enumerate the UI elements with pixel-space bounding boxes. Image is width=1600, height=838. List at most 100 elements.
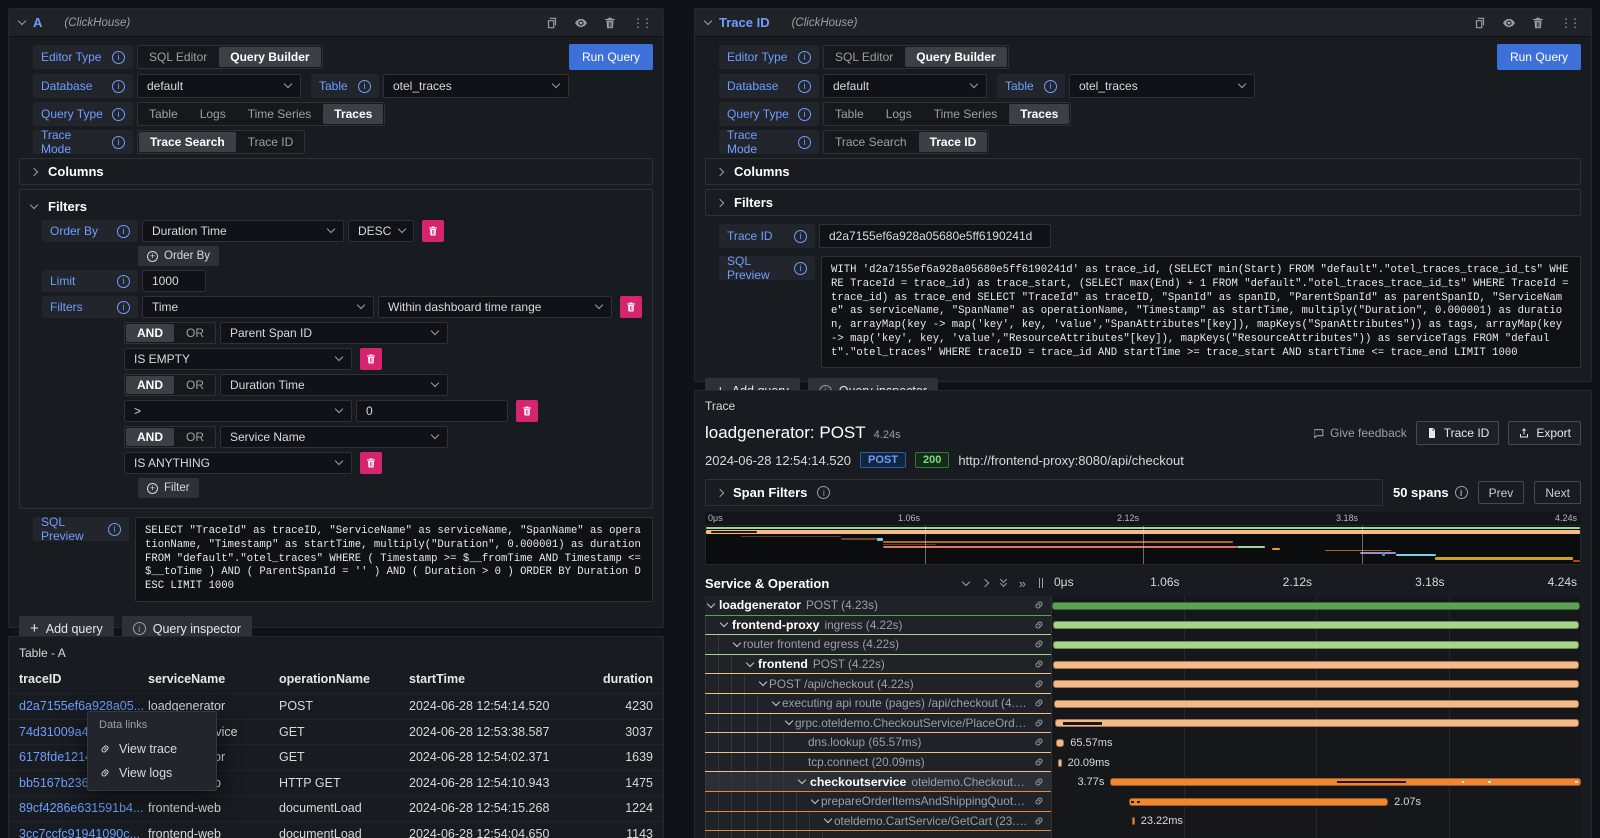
span-bar-cell[interactable] xyxy=(1051,616,1581,636)
span-bar[interactable] xyxy=(1053,621,1580,629)
table-select[interactable]: otel_traces xyxy=(383,74,569,98)
span-name-cell[interactable]: tcp.connect (20.09ms) xyxy=(705,753,1051,773)
span-bar-cell[interactable] xyxy=(1051,635,1581,655)
and-option[interactable]: AND xyxy=(126,324,174,342)
span-link-icon[interactable] xyxy=(1029,599,1045,611)
trace-id-link[interactable]: 89cf4286e631591b4... xyxy=(19,801,148,815)
span-name-cell[interactable]: frontendPOST (4.22s) xyxy=(705,655,1051,675)
condition-field-select[interactable]: Parent Span ID xyxy=(220,322,448,344)
filter-field-select[interactable]: Time xyxy=(142,296,374,318)
and-or-toggle[interactable]: ANDOR xyxy=(124,374,216,396)
span-row[interactable]: executing api route (pages) /api/checkou… xyxy=(705,694,1581,714)
and-option[interactable]: AND xyxy=(126,428,174,446)
menu-item-view-trace[interactable]: View trace xyxy=(88,737,216,761)
collapse-one-icon[interactable] xyxy=(962,577,970,585)
span-bar[interactable] xyxy=(1053,641,1580,649)
remove-condition-button[interactable] xyxy=(360,348,382,370)
column-resize-handle[interactable] xyxy=(1039,578,1043,588)
remove-query-icon[interactable] xyxy=(603,16,617,30)
sql-editor-option[interactable]: SQL Editor xyxy=(824,46,904,68)
trace-id-link[interactable]: 3cc7ccfc91941090c... xyxy=(19,827,148,838)
menu-item-view-logs[interactable]: View logs xyxy=(88,761,216,785)
query-type-traces[interactable]: Traces xyxy=(1009,104,1069,124)
trace-id-option[interactable]: Trace ID xyxy=(919,132,988,152)
span-bar-cell[interactable] xyxy=(1051,714,1581,734)
span-bar-cell[interactable]: 65.57ms xyxy=(1051,733,1581,753)
run-query-button[interactable]: Run Query xyxy=(1497,44,1581,70)
span-name-cell[interactable]: prepareOrderItemsAndShippingQuoteFromCar… xyxy=(705,792,1051,812)
trace-search-option[interactable]: Trace Search xyxy=(824,131,918,153)
span-name-cell[interactable]: router frontend egress (4.22s) xyxy=(705,635,1051,655)
columns-section[interactable]: Columns xyxy=(19,158,653,185)
span-name-cell[interactable]: executing api route (pages) /api/checkou… xyxy=(705,694,1051,714)
span-row[interactable]: router frontend egress (4.22s) xyxy=(705,635,1581,655)
span-bar[interactable] xyxy=(1053,661,1579,669)
table-row[interactable]: 3cc7ccfc91941090c...frontend-webdocument… xyxy=(9,821,663,838)
filters-section[interactable]: Filters xyxy=(705,189,1581,216)
span-row[interactable]: POST /api/checkout (4.22s) xyxy=(705,674,1581,694)
collapse-query-icon[interactable] xyxy=(18,17,26,25)
span-bar-cell[interactable] xyxy=(1051,655,1581,675)
editor-type-toggle[interactable]: SQL EditorQuery Builder xyxy=(823,45,1009,69)
remove-condition-button[interactable] xyxy=(516,400,538,422)
span-bar[interactable] xyxy=(1058,759,1061,767)
or-option[interactable]: OR xyxy=(175,375,215,395)
collapse-query-icon[interactable] xyxy=(704,17,712,25)
span-bar-cell[interactable]: 3.77s xyxy=(1051,772,1581,792)
span-link-icon[interactable] xyxy=(1029,658,1045,670)
order-by-column-select[interactable]: Duration Time xyxy=(142,220,344,242)
span-bar-cell[interactable]: 20.09ms xyxy=(1051,753,1581,773)
and-option[interactable]: AND xyxy=(126,376,174,394)
hide-query-icon[interactable] xyxy=(574,16,588,30)
condition-operator-select[interactable]: IS ANYTHING xyxy=(124,452,352,474)
database-select[interactable]: default xyxy=(823,74,987,98)
span-name-cell[interactable]: POST /api/checkout (4.22s) xyxy=(705,674,1051,694)
chevron-down-icon[interactable] xyxy=(811,795,819,803)
chevron-down-icon[interactable] xyxy=(798,776,806,784)
chevron-down-icon[interactable] xyxy=(733,639,741,647)
span-link-icon[interactable] xyxy=(1029,678,1045,690)
give-feedback-link[interactable]: Give feedback xyxy=(1312,426,1407,440)
span-link-icon[interactable] xyxy=(1029,717,1045,729)
query-type-table[interactable]: Table xyxy=(824,103,875,125)
or-option[interactable]: OR xyxy=(175,323,215,343)
span-bar[interactable] xyxy=(1052,602,1580,610)
span-name-cell[interactable]: dns.lookup (65.57ms) xyxy=(705,733,1051,753)
query-type-timeseries[interactable]: Time Series xyxy=(237,103,323,125)
collapse-all-icon[interactable] xyxy=(1001,580,1006,586)
span-bar-cell[interactable] xyxy=(1051,694,1581,714)
span-bar[interactable] xyxy=(1132,817,1135,825)
query-traceid-header[interactable]: Trace ID (ClickHouse) ⋮⋮ xyxy=(695,9,1591,37)
query-type-toggle[interactable]: TableLogsTime SeriesTraces xyxy=(823,102,1071,126)
span-row[interactable]: oteldemo.CartService/GetCart (23.22ms)23… xyxy=(705,812,1581,832)
expand-one-icon[interactable] xyxy=(981,579,989,587)
span-name-cell[interactable]: loadgeneratorPOST (4.23s) xyxy=(705,596,1051,616)
remove-filter-button[interactable] xyxy=(620,296,642,318)
span-filters-section[interactable]: Span Filters xyxy=(705,479,1383,506)
query-builder-option[interactable]: Query Builder xyxy=(219,47,320,67)
span-row[interactable]: dns.lookup (65.57ms)65.57ms xyxy=(705,733,1581,753)
remove-order-by-button[interactable] xyxy=(422,220,444,242)
order-by-direction-select[interactable]: DESC xyxy=(348,220,414,242)
span-bar-cell[interactable] xyxy=(1051,831,1581,838)
span-bar-cell[interactable] xyxy=(1051,596,1581,616)
expand-all-icon[interactable]: » xyxy=(1019,577,1026,590)
chevron-down-icon[interactable] xyxy=(785,717,793,725)
add-order-by-button[interactable]: Order By xyxy=(138,246,219,266)
trace-id-button[interactable]: Trace ID xyxy=(1416,421,1500,445)
span-name-cell[interactable]: grpc.oteldemo.CheckoutService/PlaceOrder… xyxy=(705,714,1051,734)
span-row[interactable]: prepareOrderItemsAndShippingQuoteFromCar… xyxy=(705,792,1581,812)
span-bar-cell[interactable] xyxy=(1051,674,1581,694)
span-name-cell[interactable]: oteldemo.CartService/GetCart (23.22ms) xyxy=(705,812,1051,832)
trace-id-input[interactable]: d2a7155ef6a928a05680e5ff6190241d xyxy=(819,224,1051,248)
chevron-down-icon[interactable] xyxy=(759,678,767,686)
remove-query-icon[interactable] xyxy=(1531,16,1545,30)
span-row[interactable]: frontendPOST (4.22s) xyxy=(705,655,1581,675)
span-link-icon[interactable] xyxy=(1029,795,1045,807)
span-row[interactable]: loadgeneratorPOST (4.23s) xyxy=(705,596,1581,616)
chevron-down-icon[interactable] xyxy=(824,815,832,823)
table-row[interactable]: 89cf4286e631591b4...frontend-webdocument… xyxy=(9,795,663,821)
drag-handle-icon[interactable]: ⋮⋮ xyxy=(632,17,653,29)
chevron-down-icon[interactable] xyxy=(772,698,780,706)
hide-query-icon[interactable] xyxy=(1502,16,1516,30)
